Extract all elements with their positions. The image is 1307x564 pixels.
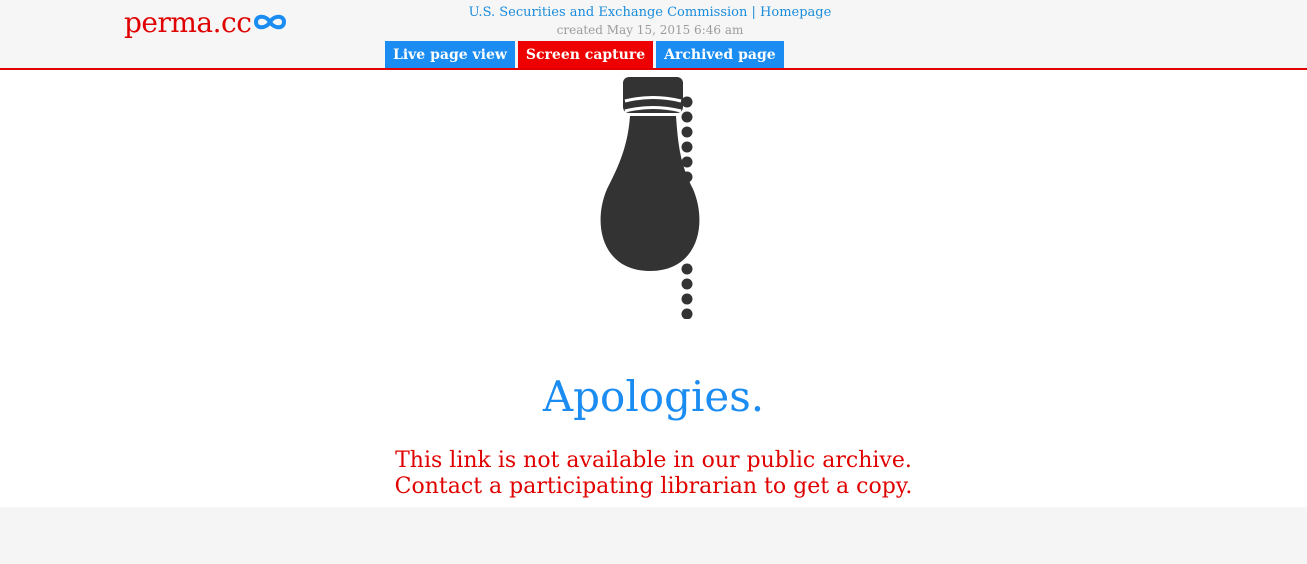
created-timestamp: created May 15, 2015 6:46 am	[556, 23, 744, 37]
view-tabs: Live page view Screen capture Archived p…	[385, 41, 784, 68]
tab-archived-page[interactable]: Archived page	[656, 41, 784, 68]
perma-logo-link[interactable]: perma.cc	[124, 4, 288, 40]
apologies-heading: Apologies.	[542, 372, 765, 421]
infinity-icon	[252, 12, 288, 36]
tab-live-page-view[interactable]: Live page view	[385, 41, 515, 68]
message-line-2: Contact a participating librarian to get…	[394, 474, 913, 499]
header-bar: perma.cc U.S. Securities and Exchange Co…	[0, 0, 1307, 70]
archived-page-title-link[interactable]: U.S. Securities and Exchange Commission …	[360, 5, 940, 20]
message-line-1: This link is not available in our public…	[395, 448, 912, 473]
tab-screen-capture[interactable]: Screen capture	[517, 41, 654, 68]
unavailable-message: This link is not available in our public…	[0, 448, 1307, 500]
main-content: Apologies. This link is not available in…	[0, 70, 1307, 507]
logo-text: perma.cc	[124, 5, 252, 39]
lightbulb-icon	[590, 74, 710, 323]
footer-area	[0, 507, 1307, 564]
